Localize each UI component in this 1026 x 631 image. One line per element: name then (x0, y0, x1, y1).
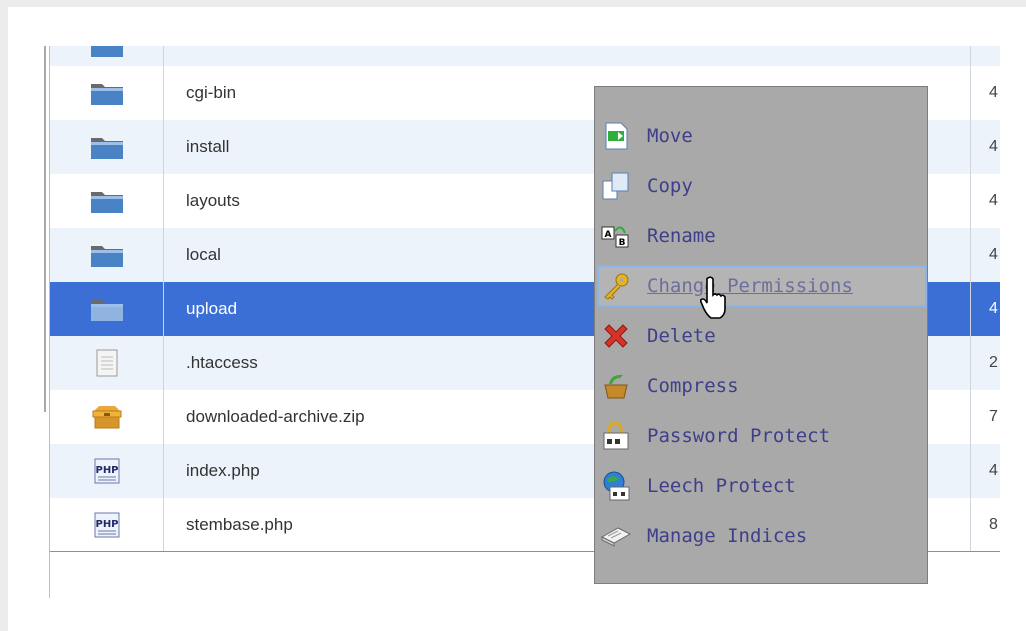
folder-icon[interactable] (50, 66, 164, 120)
menu-item-leech-protect[interactable]: Leech Protect (599, 467, 925, 505)
file-size: 4 (970, 174, 1000, 228)
leech-protect-icon (599, 469, 633, 503)
hand-cursor-icon (700, 276, 726, 319)
php-file-icon[interactable]: PHP (50, 444, 164, 498)
file-size: 4 (970, 120, 1000, 174)
folder-icon[interactable] (50, 174, 164, 228)
file-size: 8 (970, 498, 1000, 552)
php-file-icon[interactable]: PHP (50, 498, 164, 552)
folder-icon[interactable] (50, 120, 164, 174)
menu-item-change-permissions[interactable]: Change Permissions (597, 265, 927, 307)
file-size: 7 (970, 390, 1000, 444)
move-icon (599, 119, 633, 153)
menu-item-label: Rename (647, 225, 716, 247)
menu-item-label: Password Protect (647, 425, 831, 447)
menu-item-copy[interactable]: Copy (599, 167, 925, 205)
menu-item-password-protect[interactable]: Password Protect (599, 417, 925, 455)
menu-item-label: Delete (647, 325, 716, 347)
menu-item-label: Leech Protect (647, 475, 796, 497)
file-size: 4 (970, 444, 1000, 498)
menu-item-label: Move (647, 125, 693, 147)
menu-item-rename[interactable]: A B Rename (599, 217, 925, 255)
svg-text:PHP: PHP (95, 519, 118, 530)
folder-icon[interactable] (50, 282, 164, 336)
menu-item-manage-indices[interactable]: Manage Indices (599, 517, 925, 555)
menu-item-delete[interactable]: Delete (599, 317, 925, 355)
file-size (970, 46, 1000, 66)
table-row[interactable] (50, 46, 1000, 66)
copy-icon (599, 169, 633, 203)
file-size: 2 (970, 336, 1000, 390)
text-file-icon[interactable] (50, 336, 164, 390)
manage-indices-icon (599, 519, 633, 553)
folder-icon[interactable] (50, 46, 164, 66)
file-size: 4 (970, 66, 1000, 120)
folder-icon[interactable] (50, 228, 164, 282)
menu-item-compress[interactable]: Compress (599, 367, 925, 405)
menu-item-label: Compress (647, 375, 739, 397)
delete-icon (599, 319, 633, 353)
menu-item-label: Change Permissions (647, 275, 853, 297)
key-icon (599, 269, 633, 303)
password-protect-icon (599, 419, 633, 453)
svg-text:B: B (619, 238, 626, 248)
context-menu: Move Copy A B Rename Change Permissions Delete… (594, 86, 928, 584)
archive-icon[interactable] (50, 390, 164, 444)
rename-icon: AB (599, 219, 633, 253)
scrollbar[interactable] (44, 46, 46, 412)
file-size: 4 (970, 228, 1000, 282)
compress-icon (599, 369, 633, 403)
svg-text:PHP: PHP (95, 465, 118, 476)
menu-item-move[interactable]: Move (599, 117, 925, 155)
menu-item-label: Manage Indices (647, 525, 808, 547)
svg-text:A: A (605, 230, 612, 240)
menu-item-label: Copy (647, 175, 693, 197)
file-size: 4 (970, 282, 1000, 336)
